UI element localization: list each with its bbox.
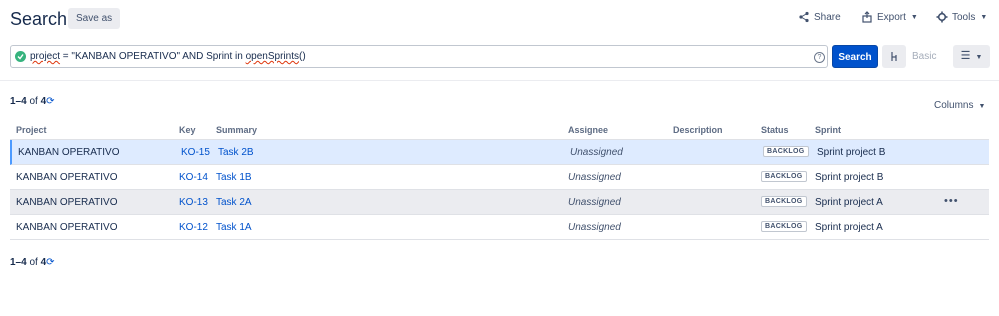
share-label: Share: [814, 11, 841, 23]
issue-summary-link[interactable]: Task 2A: [216, 197, 252, 208]
basic-mode-link[interactable]: Basic: [912, 51, 936, 62]
header-key[interactable]: Key: [179, 125, 196, 135]
header-status[interactable]: Status: [761, 125, 789, 135]
cell-sprint: Sprint project A: [815, 222, 883, 233]
divider: [0, 80, 999, 81]
switch-icon: [891, 52, 897, 61]
cell-assignee: Unassigned: [568, 197, 621, 208]
header-sprint[interactable]: Sprint: [815, 125, 841, 135]
header-summary[interactable]: Summary: [216, 125, 257, 135]
chevron-down-icon: ▼: [910, 13, 918, 21]
refresh-icon[interactable]: ⟳: [46, 96, 54, 107]
page-title: Search: [10, 9, 68, 29]
cell-sprint: Sprint project A: [815, 197, 883, 208]
export-label: Export: [877, 11, 906, 23]
status-badge: BACKLOG: [763, 146, 809, 157]
results-table: Project Key Summary Assignee Description…: [10, 122, 989, 240]
chevron-down-icon: ▼: [980, 13, 988, 21]
help-icon[interactable]: ?: [814, 52, 825, 63]
export-button[interactable]: Export ▼: [861, 11, 918, 23]
search-button[interactable]: Search: [832, 45, 878, 68]
more-icon[interactable]: •••: [944, 195, 959, 207]
issue-summary-link[interactable]: Task 1B: [216, 172, 252, 183]
issue-key-link[interactable]: KO-14: [179, 172, 208, 183]
chevron-down-icon: ▼: [975, 54, 983, 61]
table-row[interactable]: KANBAN OPERATIVO KO-12 Task 1A Unassigne…: [10, 215, 989, 240]
result-count-bottom: 1–4 of 4⟳: [10, 257, 55, 268]
result-count: 1–4 of 4⟳: [10, 96, 55, 107]
cell-assignee: Unassigned: [568, 222, 621, 233]
table-row[interactable]: KANBAN OPERATIVO KO-14 Task 1B Unassigne…: [10, 165, 989, 190]
menu-icon: ☰: [960, 50, 971, 62]
save-as-button[interactable]: Save as: [68, 8, 121, 29]
issue-key-link[interactable]: KO-15: [181, 147, 210, 158]
jql-query-text: project = "KANBAN OPERATIVO" AND Sprint …: [30, 51, 306, 62]
view-menu-button[interactable]: ☰ ▼: [953, 45, 990, 68]
refresh-icon[interactable]: ⟳: [46, 257, 54, 268]
cell-project: KANBAN OPERATIVO: [16, 172, 118, 183]
issue-summary-link[interactable]: Task 1A: [216, 222, 252, 233]
cell-project: KANBAN OPERATIVO: [16, 197, 118, 208]
table-header: Project Key Summary Assignee Description…: [10, 122, 989, 140]
columns-button[interactable]: Columns ▼: [934, 100, 985, 111]
cell-project: KANBAN OPERATIVO: [18, 147, 120, 158]
issue-key-link[interactable]: KO-13: [179, 197, 208, 208]
issue-summary-link[interactable]: Task 2B: [218, 147, 254, 158]
header: Search Save as Share Export ▼ Tools ▼: [0, 0, 999, 40]
share-button[interactable]: Share: [798, 11, 841, 23]
header-project[interactable]: Project: [16, 125, 47, 135]
share-icon: [798, 11, 810, 23]
search-bar: project = "KANBAN OPERATIVO" AND Sprint …: [10, 45, 990, 68]
jql-query-input[interactable]: project = "KANBAN OPERATIVO" AND Sprint …: [10, 45, 828, 68]
header-description[interactable]: Description: [673, 125, 723, 135]
issue-key-link[interactable]: KO-12: [179, 222, 208, 233]
header-assignee[interactable]: Assignee: [568, 125, 608, 135]
cell-assignee: Unassigned: [568, 172, 621, 183]
export-icon: [861, 11, 873, 23]
cell-sprint: Sprint project B: [815, 172, 884, 183]
gear-icon: [936, 11, 948, 23]
status-badge: BACKLOG: [761, 196, 807, 207]
tools-button[interactable]: Tools ▼: [936, 11, 987, 23]
table-row[interactable]: KANBAN OPERATIVO KO-15 Task 2B Unassigne…: [10, 140, 989, 165]
tools-label: Tools: [952, 11, 976, 23]
status-badge: BACKLOG: [761, 221, 807, 232]
chevron-down-icon: ▼: [978, 103, 986, 110]
cell-sprint: Sprint project B: [817, 147, 886, 158]
table-row[interactable]: KANBAN OPERATIVO KO-13 Task 2A Unassigne…: [10, 190, 989, 215]
switch-view-button[interactable]: [882, 45, 906, 68]
status-badge: BACKLOG: [761, 171, 807, 182]
cell-assignee: Unassigned: [570, 147, 623, 158]
check-circle-icon: [15, 51, 26, 62]
cell-project: KANBAN OPERATIVO: [16, 222, 118, 233]
